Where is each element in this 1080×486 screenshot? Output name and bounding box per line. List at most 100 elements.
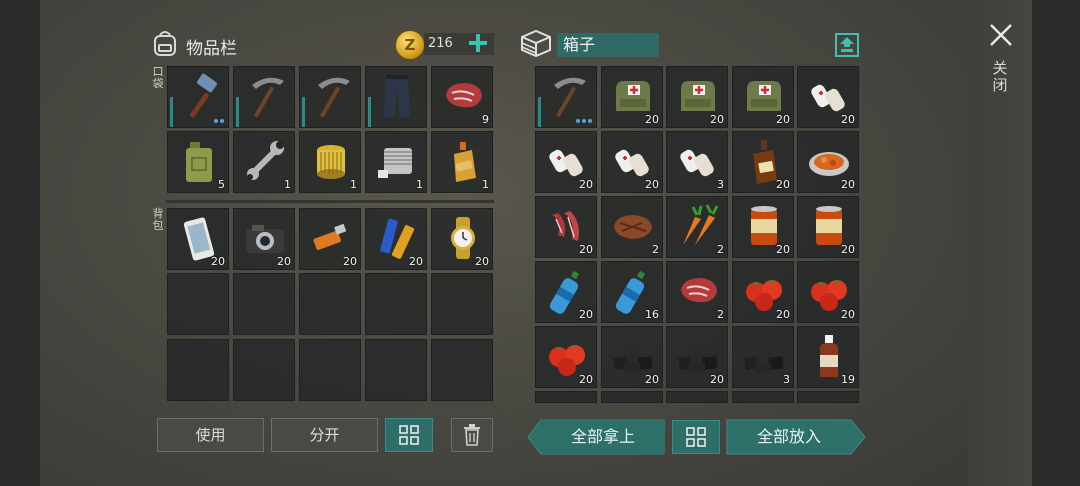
- item-slot-phone[interactable]: 20: [167, 208, 229, 270]
- item-slot-bandage[interactable]: 20: [601, 131, 663, 193]
- empty-slot[interactable]: [601, 391, 663, 403]
- empty-slot[interactable]: [167, 273, 229, 335]
- carrots-icon: [683, 204, 719, 245]
- wrench-icon: [247, 141, 284, 180]
- item-slot-brown-bottle[interactable]: 19: [797, 326, 859, 388]
- empty-slot[interactable]: [732, 391, 794, 403]
- item-slot-tomatoes[interactable]: 20: [535, 326, 597, 388]
- crate-icon: [518, 28, 554, 58]
- item-slot-batteries[interactable]: 20: [365, 208, 427, 270]
- grid-icon: [686, 427, 706, 447]
- item-count: 20: [579, 373, 593, 386]
- coin-icon: Z: [395, 30, 425, 60]
- item-count: 16: [645, 308, 659, 321]
- item-count: 20: [841, 308, 855, 321]
- item-slot-coal[interactable]: 3: [732, 326, 794, 388]
- close-button[interactable]: [988, 22, 1014, 48]
- add-coins-button[interactable]: [468, 33, 488, 53]
- item-count: 20: [645, 113, 659, 126]
- take-all-button[interactable]: 全部拿上: [541, 420, 665, 454]
- item-count: 20: [776, 113, 790, 126]
- item-slot-water-bottle[interactable]: 16: [601, 261, 663, 323]
- item-slot-oil-bottle[interactable]: 1: [431, 131, 493, 193]
- item-slot-steak[interactable]: 2: [601, 196, 663, 258]
- split-button[interactable]: 分开: [271, 418, 378, 452]
- item-slot-tomatoes[interactable]: 20: [797, 261, 859, 323]
- item-count: 20: [277, 255, 291, 268]
- item-slot-camera[interactable]: 20: [233, 208, 295, 270]
- item-slot-coal[interactable]: 20: [666, 326, 728, 388]
- item-slot-pickaxe[interactable]: [535, 66, 597, 128]
- trash-button[interactable]: [451, 418, 493, 452]
- fuel-can-icon: [186, 142, 212, 182]
- item-count: 20: [776, 243, 790, 256]
- durability-bar: [302, 97, 305, 127]
- empty-slot[interactable]: [535, 391, 597, 403]
- item-slot-air-filter[interactable]: 1: [299, 131, 361, 193]
- item-count: 1: [416, 178, 423, 191]
- item-slot-water-bottle[interactable]: 20: [535, 261, 597, 323]
- box-grid-view-button[interactable]: [672, 420, 720, 454]
- item-count: 20: [710, 373, 724, 386]
- item-slot-bacon[interactable]: 20: [535, 196, 597, 258]
- put-all-button[interactable]: 全部放入: [726, 420, 852, 454]
- item-slot-usb-drive[interactable]: 20: [299, 208, 361, 270]
- item-count: 20: [579, 243, 593, 256]
- item-slot-carrots[interactable]: 2: [666, 196, 728, 258]
- item-slot-stew-plate[interactable]: 20: [797, 131, 859, 193]
- item-slot-medkit-bag[interactable]: 20: [601, 66, 663, 128]
- item-slot-canned-food[interactable]: 20: [797, 196, 859, 258]
- item-slot-pickaxe[interactable]: [299, 66, 361, 128]
- empty-slot[interactable]: [365, 339, 427, 401]
- empty-slot[interactable]: [299, 273, 361, 335]
- empty-slot[interactable]: [167, 339, 229, 401]
- box-name-field[interactable]: 箱子: [557, 33, 659, 57]
- item-slot-coal[interactable]: 20: [601, 326, 663, 388]
- item-count: 20: [343, 255, 357, 268]
- item-slot-pants[interactable]: [365, 66, 427, 128]
- item-slot-bandage[interactable]: 20: [535, 131, 597, 193]
- raw-meat-icon: [446, 83, 482, 108]
- empty-slot[interactable]: [431, 273, 493, 335]
- empty-slot[interactable]: [431, 339, 493, 401]
- grid-view-button[interactable]: [385, 418, 433, 452]
- screen-edge: [1032, 0, 1080, 486]
- durability-bar: [538, 97, 541, 127]
- plus-icon: [469, 34, 487, 52]
- item-count: 20: [579, 308, 593, 321]
- empty-slot[interactable]: [666, 391, 728, 403]
- empty-slot[interactable]: [233, 339, 295, 401]
- empty-slot[interactable]: [365, 273, 427, 335]
- item-count: 20: [776, 178, 790, 191]
- item-slot-tomatoes[interactable]: 20: [732, 261, 794, 323]
- item-slot-watch[interactable]: 20: [431, 208, 493, 270]
- item-slot-medkit-bag[interactable]: 20: [666, 66, 728, 128]
- item-slot-raw-meat[interactable]: 2: [666, 261, 728, 323]
- item-slot-canned-food[interactable]: 20: [732, 196, 794, 258]
- item-count: 20: [710, 113, 724, 126]
- item-slot-medkit-bag[interactable]: 20: [732, 66, 794, 128]
- item-count: 1: [350, 178, 357, 191]
- item-slot-pickaxe[interactable]: [233, 66, 295, 128]
- empty-slot[interactable]: [299, 339, 361, 401]
- quality-dots: [576, 119, 592, 123]
- use-button[interactable]: 使用: [157, 418, 264, 452]
- pickaxe-icon: [318, 77, 350, 117]
- item-slot-engine-part[interactable]: 1: [365, 131, 427, 193]
- sort-button[interactable]: [835, 33, 859, 57]
- empty-slot[interactable]: [797, 391, 859, 403]
- item-slot-whiskey[interactable]: 20: [732, 131, 794, 193]
- item-count: 20: [841, 243, 855, 256]
- backpack-label: 背包: [152, 207, 164, 232]
- item-count: 1: [482, 178, 489, 191]
- item-slot-raw-meat[interactable]: 9: [431, 66, 493, 128]
- empty-slot[interactable]: [233, 273, 295, 335]
- close-label: 关闭: [992, 59, 1008, 94]
- grid-icon: [399, 425, 419, 445]
- item-slot-fuel-can[interactable]: 5: [167, 131, 229, 193]
- item-slot-bandage[interactable]: 20: [797, 66, 859, 128]
- item-slot-wrench[interactable]: 1: [233, 131, 295, 193]
- item-slot-bandage[interactable]: 3: [666, 131, 728, 193]
- backpack-icon: [152, 29, 178, 57]
- item-slot-hammer[interactable]: [167, 66, 229, 128]
